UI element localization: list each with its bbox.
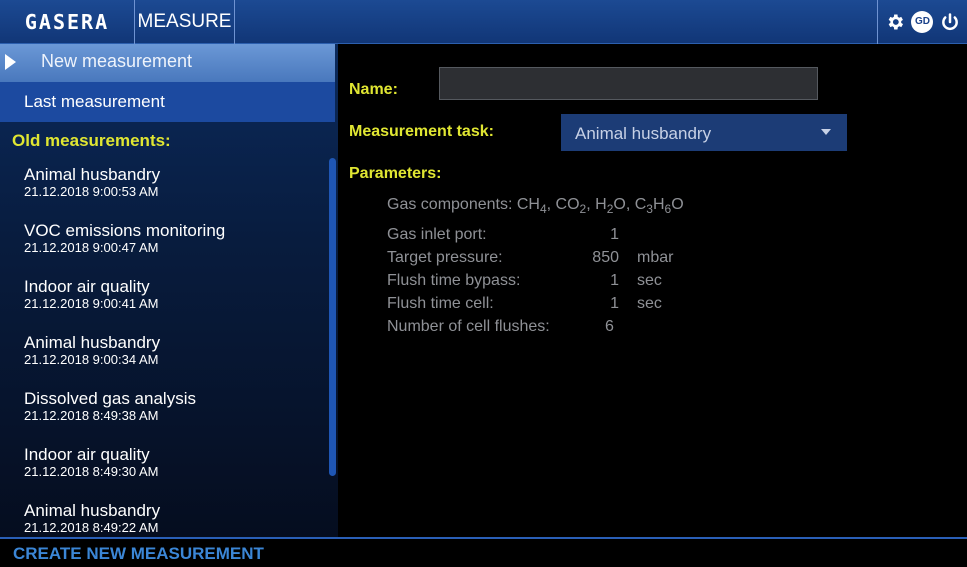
param-row: Gas inlet port: 1	[387, 226, 747, 249]
list-item-time: 21.12.2018 8:49:38 AM	[24, 408, 159, 423]
list-item-time: 21.12.2018 9:00:34 AM	[24, 352, 159, 367]
top-bar: GASERA MEASURE GD	[0, 0, 967, 44]
list-item-time: 21.12.2018 8:49:30 AM	[24, 464, 159, 479]
param-label: Number of cell flushes:	[387, 318, 550, 335]
parameters-list: Gas inlet port: 1 Target pressure: 850 m…	[387, 226, 747, 341]
list-item-time: 21.12.2018 8:49:22 AM	[24, 520, 159, 535]
gear-icon[interactable]	[885, 12, 905, 32]
param-value: 6	[605, 318, 614, 335]
list-item[interactable]: Animal husbandry 21.12.2018 8:49:22 AM	[24, 501, 324, 537]
old-measurements-list: Animal husbandry 21.12.2018 9:00:53 AM V…	[24, 165, 324, 537]
bottom-bar: CREATE NEW MEASUREMENT	[0, 537, 967, 567]
list-item-name: Indoor air quality	[24, 277, 150, 296]
param-value: 1	[610, 295, 619, 312]
list-scrollbar[interactable]	[329, 158, 336, 476]
param-label: Flush time bypass:	[387, 272, 521, 289]
param-unit: sec	[637, 295, 662, 312]
list-item[interactable]: Dissolved gas analysis 21.12.2018 8:49:3…	[24, 389, 324, 445]
nav-new-measurement[interactable]: New measurement	[0, 44, 335, 82]
gas-components: Gas components: CH4, CO2, H2O, C3H6O	[387, 196, 684, 217]
param-unit: mbar	[637, 249, 674, 266]
measurement-task-select[interactable]: Animal husbandry	[561, 114, 847, 151]
name-input[interactable]	[439, 67, 818, 100]
name-label: Name:	[349, 81, 398, 98]
measurement-task-label: Measurement task:	[349, 123, 494, 140]
list-item-time: 21.12.2018 9:00:41 AM	[24, 296, 159, 311]
list-item[interactable]: Animal husbandry 21.12.2018 9:00:53 AM	[24, 165, 324, 221]
gd-icon[interactable]: GD	[911, 11, 934, 33]
top-icons: GD	[877, 0, 967, 44]
list-item-name: Animal husbandry	[24, 165, 161, 184]
param-value: 850	[592, 249, 619, 266]
gd-icon-label: GD	[911, 11, 934, 33]
tab-measure[interactable]: MEASURE	[135, 0, 235, 44]
param-row: Flush time bypass: 1 sec	[387, 272, 747, 295]
list-item-name: Indoor air quality	[24, 445, 150, 464]
power-icon[interactable]	[940, 12, 960, 32]
measurement-form: Name: Measurement task: Animal husbandry…	[338, 44, 967, 537]
list-item[interactable]: VOC emissions monitoring 21.12.2018 9:00…	[24, 221, 324, 277]
param-row: Flush time cell: 1 sec	[387, 295, 747, 318]
nav-last-measurement-label: Last measurement	[24, 92, 165, 111]
param-value: 1	[610, 226, 619, 243]
list-item-name: Animal husbandry	[24, 501, 161, 520]
gas-components-label: Gas components:	[387, 196, 513, 213]
param-value: 1	[610, 272, 619, 289]
list-item-time: 21.12.2018 9:00:47 AM	[24, 240, 159, 255]
param-label: Flush time cell:	[387, 295, 494, 312]
param-row: Number of cell flushes: 6	[387, 318, 747, 341]
list-item-name: Dissolved gas analysis	[24, 389, 196, 408]
chevron-down-icon	[821, 129, 831, 135]
list-item[interactable]: Indoor air quality 21.12.2018 8:49:30 AM	[24, 445, 324, 501]
list-item-time: 21.12.2018 9:00:53 AM	[24, 184, 159, 199]
list-item[interactable]: Indoor air quality 21.12.2018 9:00:41 AM	[24, 277, 324, 333]
list-item-name: Animal husbandry	[24, 333, 161, 352]
param-unit: sec	[637, 272, 662, 289]
old-measurements-header: Old measurements:	[12, 131, 171, 150]
left-panel: New measurement Last measurement Old mea…	[0, 44, 338, 537]
measurement-task-value: Animal husbandry	[575, 124, 712, 143]
param-label: Target pressure:	[387, 249, 503, 266]
param-row: Target pressure: 850 mbar	[387, 249, 747, 272]
selected-arrow-icon	[5, 54, 16, 70]
gasera-logo: GASERA	[0, 0, 135, 44]
parameters-label: Parameters:	[349, 165, 442, 182]
list-item-name: VOC emissions monitoring	[24, 221, 226, 240]
create-new-measurement-button[interactable]: CREATE NEW MEASUREMENT	[13, 544, 264, 564]
list-item[interactable]: Animal husbandry 21.12.2018 9:00:34 AM	[24, 333, 324, 389]
nav-new-measurement-label: New measurement	[41, 51, 193, 71]
nav-last-measurement[interactable]: Last measurement	[0, 82, 335, 122]
param-label: Gas inlet port:	[387, 226, 487, 243]
